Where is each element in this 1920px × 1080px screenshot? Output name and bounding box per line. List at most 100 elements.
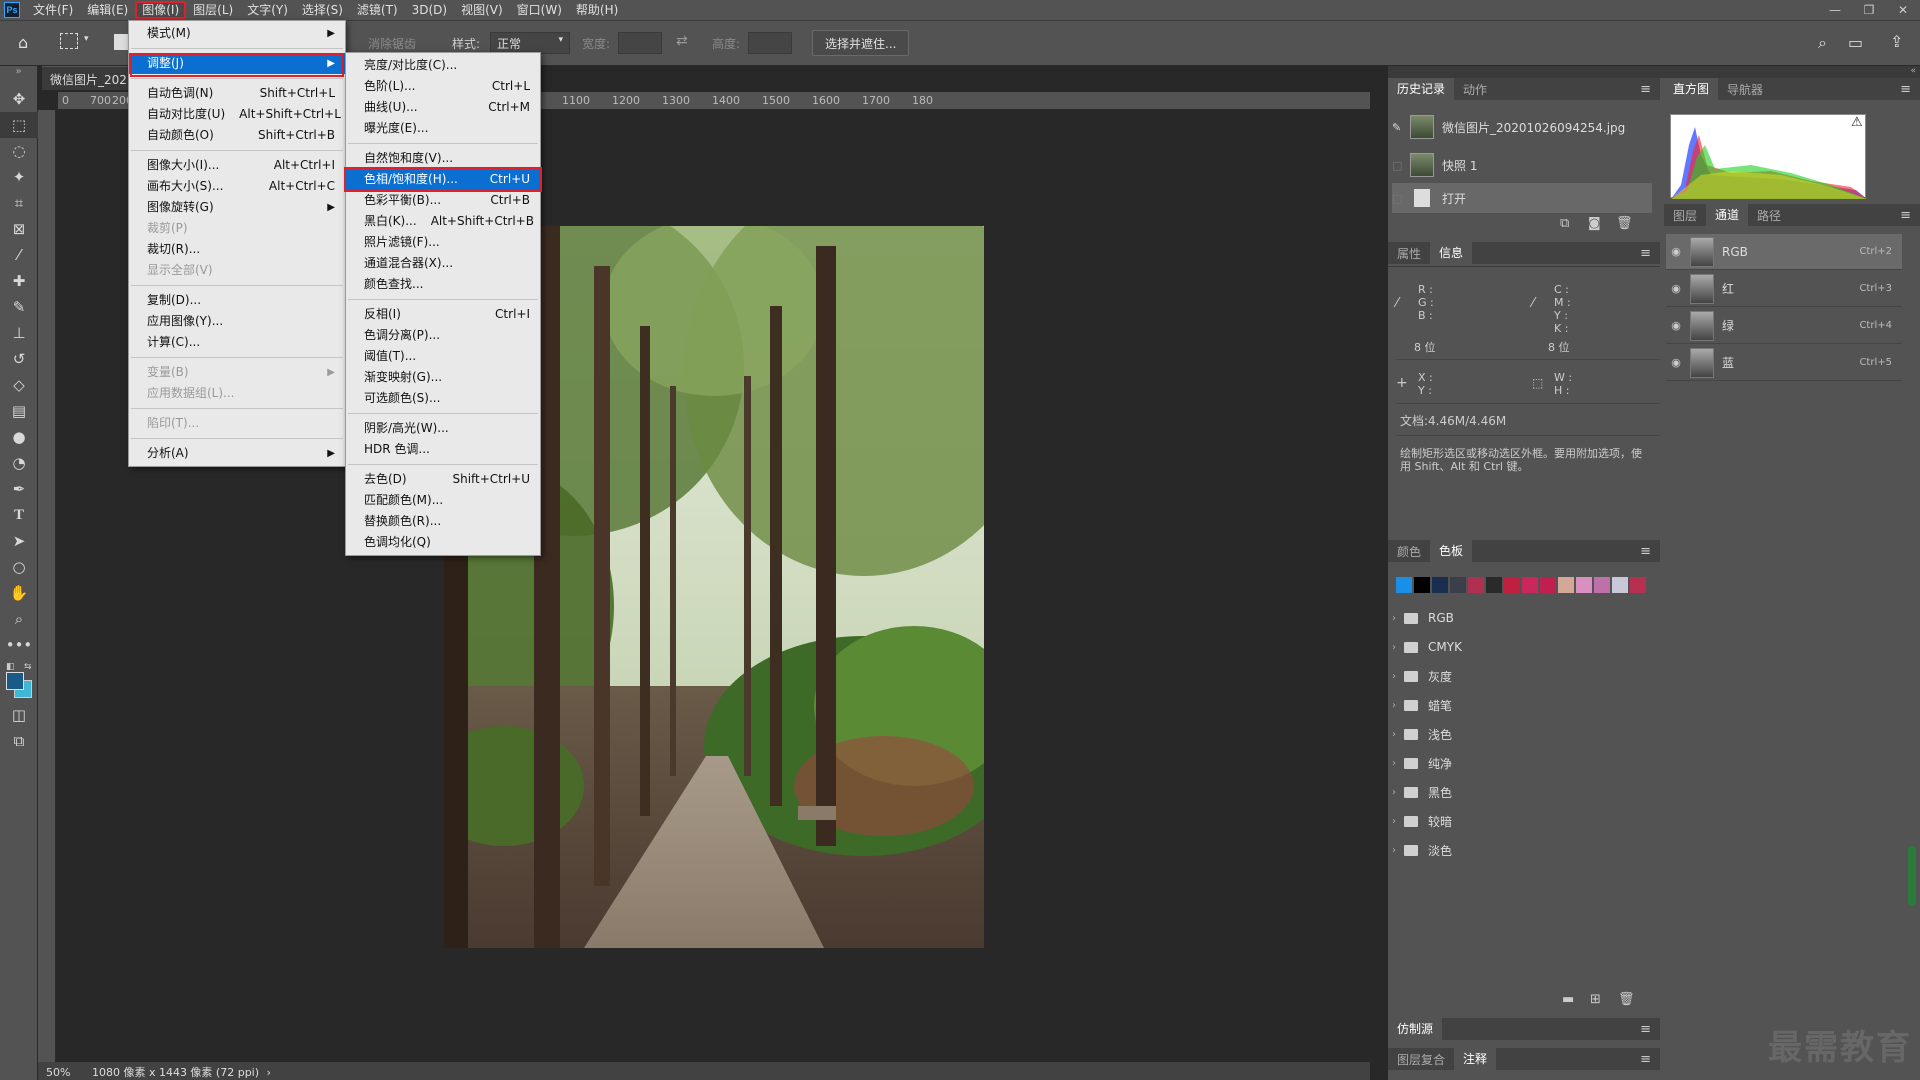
menu-item-image_menu-4[interactable]: 自动色调(N) Shift+Ctrl+L — [129, 83, 345, 104]
document-tab[interactable]: 微信图片_202 — [42, 66, 142, 90]
type-tool-icon[interactable]: T — [0, 502, 38, 528]
visibility-eye-icon[interactable]: ◉ — [1666, 245, 1686, 258]
tab-history[interactable]: 历史记录 — [1388, 78, 1455, 100]
menu-2[interactable]: 图像(I) — [135, 1, 187, 19]
zoom-level[interactable]: 50% — [46, 1066, 70, 1079]
minimize-icon[interactable]: — — [1818, 3, 1852, 17]
swatch-group-4[interactable]: › 浅色 — [1392, 722, 1642, 746]
camera-icon[interactable]: ◙ — [1588, 216, 1601, 231]
new-swatch-icon[interactable]: ⊞ — [1590, 992, 1601, 1007]
more-tools-icon[interactable]: ••• — [0, 632, 38, 658]
menu-10[interactable]: 帮助(H) — [569, 1, 625, 19]
chevron-right-icon[interactable]: › — [1392, 700, 1396, 711]
menu-item-adjust_menu-11[interactable]: 颜色查找... — [346, 274, 540, 295]
tab-notes[interactable]: 注释 — [1454, 1048, 1497, 1070]
menu-item-adjust_menu-22[interactable]: 去色(D) Shift+Ctrl+U — [346, 469, 540, 490]
home-icon[interactable]: ⌂ — [18, 33, 28, 52]
menu-item-image_menu-19[interactable]: 变量(B) ▶ — [129, 362, 345, 383]
channel-row-1[interactable]: ◉ 红 Ctrl+3 — [1666, 271, 1902, 307]
eyedropper-tool-icon[interactable]: ⁄ — [0, 242, 38, 268]
menu-item-image_menu-9[interactable]: 画布大小(S)... Alt+Ctrl+C — [129, 176, 345, 197]
ellipse-tool-icon[interactable]: ○ — [0, 554, 38, 580]
crop-tool-icon[interactable]: ⌗ — [0, 190, 38, 216]
menu-item-image_menu-22[interactable]: 陷印(T)... — [129, 413, 345, 434]
history-brush-tool-icon[interactable]: ↺ — [0, 346, 38, 372]
tab-swatches[interactable]: 色板 — [1430, 540, 1473, 562]
chevron-down-icon[interactable]: ▾ — [84, 34, 89, 44]
new-selection-icon[interactable] — [114, 34, 128, 50]
magic-wand-tool-icon[interactable]: ✦ — [0, 164, 38, 190]
menu-item-adjust_menu-24[interactable]: 替换颜色(R)... — [346, 511, 540, 532]
tab-properties[interactable]: 属性 — [1388, 245, 1430, 262]
panel-menu-icon[interactable]: ≡ — [1631, 246, 1660, 261]
tab-layer-comps[interactable]: 图层复合 — [1388, 1051, 1454, 1068]
menu-3[interactable]: 图层(L) — [186, 1, 240, 19]
menu-item-image_menu-12[interactable]: 裁切(R)... — [129, 239, 345, 260]
channel-row-3[interactable]: ◉ 蓝 Ctrl+5 — [1666, 345, 1902, 381]
visibility-eye-icon[interactable]: ◉ — [1666, 319, 1686, 332]
chevron-right-icon[interactable]: › — [1392, 642, 1396, 653]
tab-info[interactable]: 信息 — [1430, 242, 1473, 264]
color-swatch[interactable] — [1630, 577, 1646, 593]
panel-menu-icon[interactable]: ≡ — [1631, 1052, 1660, 1067]
screen-mode-icon[interactable]: ⧉ — [0, 728, 38, 754]
color-swatches[interactable]: ◧ ⇆ — [0, 658, 37, 702]
chevron-right-icon[interactable]: › — [1392, 729, 1396, 740]
swatch-group-2[interactable]: › 灰度 — [1392, 664, 1642, 688]
lasso-tool-icon[interactable]: ◌ — [0, 138, 38, 164]
history-item-open[interactable]: □ 打开 — [1392, 183, 1652, 213]
history-item-snapshot[interactable]: □ 快照 1 — [1392, 150, 1652, 180]
dodge-tool-icon[interactable]: ◔ — [0, 450, 38, 476]
blur-tool-icon[interactable]: ● — [0, 424, 38, 450]
menu-item-adjust_menu-0[interactable]: 亮度/对比度(C)... — [346, 55, 540, 76]
move-tool-icon[interactable]: ✥ — [0, 86, 38, 112]
swap-icon[interactable]: ⇄ — [676, 33, 688, 49]
scrollbar-thumb[interactable] — [1908, 846, 1916, 906]
new-document-from-state-icon[interactable]: ⧉ — [1560, 216, 1569, 231]
status-chevron-icon[interactable]: › — [267, 1066, 271, 1079]
menu-1[interactable]: 编辑(E) — [80, 1, 135, 19]
path-selection-tool-icon[interactable]: ➤ — [0, 528, 38, 554]
trash-icon[interactable]: 🗑 — [1618, 992, 1635, 1007]
search-icon[interactable]: ⌕ — [1818, 33, 1827, 53]
menu-item-image_menu-24[interactable]: 分析(A) ▶ — [129, 443, 345, 464]
menu-item-adjust_menu-20[interactable]: HDR 色调... — [346, 439, 540, 460]
quick-mask-icon[interactable]: ◫ — [0, 702, 38, 728]
menu-item-adjust_menu-16[interactable]: 渐变映射(G)... — [346, 367, 540, 388]
swatch-group-5[interactable]: › 纯净 — [1392, 751, 1642, 775]
color-swatch[interactable] — [1522, 577, 1538, 593]
gradient-tool-icon[interactable]: ▤ — [0, 398, 38, 424]
menu-item-adjust_menu-13[interactable]: 反相(I) Ctrl+I — [346, 304, 540, 325]
history-brush-source-icon[interactable]: □ — [1392, 192, 1410, 205]
menu-0[interactable]: 文件(F) — [26, 1, 80, 19]
menu-9[interactable]: 窗口(W) — [510, 1, 569, 19]
warning-icon[interactable]: ⚠ — [1851, 115, 1863, 130]
tab-clone-source[interactable]: 仿制源 — [1388, 1018, 1443, 1040]
close-icon[interactable]: ✕ — [1886, 3, 1920, 17]
visibility-eye-icon[interactable]: ◉ — [1666, 282, 1686, 295]
menu-8[interactable]: 视图(V) — [454, 1, 510, 19]
menu-item-adjust_menu-5[interactable]: 自然饱和度(V)... — [346, 148, 540, 169]
color-swatch[interactable] — [1576, 577, 1592, 593]
menu-item-adjust_menu-19[interactable]: 阴影/高光(W)... — [346, 418, 540, 439]
menu-item-adjust_menu-15[interactable]: 阈值(T)... — [346, 346, 540, 367]
select-and-mask-button[interactable]: 选择并遮住... — [812, 30, 910, 56]
share-icon[interactable]: ⇪ — [1890, 32, 1903, 51]
visibility-eye-icon[interactable]: ◉ — [1666, 356, 1686, 369]
menu-item-adjust_menu-9[interactable]: 照片滤镜(F)... — [346, 232, 540, 253]
history-brush-source-icon[interactable]: ✎ — [1392, 121, 1410, 134]
color-swatch[interactable] — [1558, 577, 1574, 593]
collapse-icon[interactable]: » — [0, 66, 37, 86]
menu-item-image_menu-13[interactable]: 显示全部(V) — [129, 260, 345, 281]
chevron-right-icon[interactable]: › — [1392, 816, 1396, 827]
menu-item-image_menu-0[interactable]: 模式(M) ▶ — [129, 23, 345, 44]
healing-brush-tool-icon[interactable]: ✚ — [0, 268, 38, 294]
frame-tool-icon[interactable]: ⊠ — [0, 216, 38, 242]
swatch-group-8[interactable]: › 淡色 — [1392, 838, 1642, 862]
foreground-color-swatch[interactable] — [6, 672, 24, 690]
tab-actions[interactable]: 动作 — [1454, 81, 1496, 98]
chevron-right-icon[interactable]: › — [1392, 613, 1396, 624]
channel-row-0[interactable]: ◉ RGB Ctrl+2 — [1666, 234, 1902, 270]
menu-item-image_menu-10[interactable]: 图像旋转(G) ▶ — [129, 197, 345, 218]
tab-navigator[interactable]: 导航器 — [1718, 81, 1772, 98]
